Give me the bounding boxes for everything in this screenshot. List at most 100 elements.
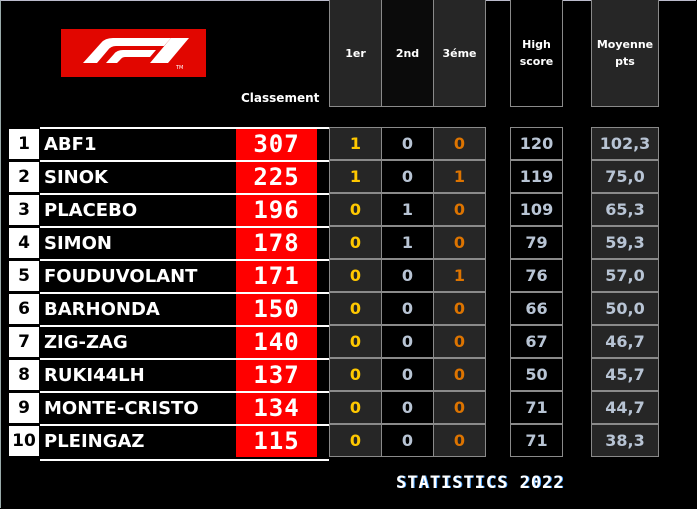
rank-badge: 6	[9, 294, 39, 324]
third-place-count: 0	[433, 325, 486, 358]
first-place-count: 0	[329, 226, 382, 259]
third-place-count: 0	[433, 292, 486, 325]
second-place-count: 0	[381, 391, 434, 424]
table-row: 9 MONTE-CRISTO 134 0 0 0 71 44,7	[0, 391, 697, 424]
average-points: 102,3	[591, 127, 659, 160]
header-high-score-line2: score	[519, 55, 554, 68]
player-name: SIMON	[44, 233, 112, 254]
high-score: 76	[510, 259, 563, 292]
total-points: 171	[236, 261, 317, 292]
second-place-count: 1	[381, 226, 434, 259]
total-points: 307	[236, 129, 317, 160]
second-place-count: 0	[381, 424, 434, 457]
average-points: 44,7	[591, 391, 659, 424]
player-name: SINOK	[44, 167, 108, 188]
average-points: 57,0	[591, 259, 659, 292]
f1-logo: TM	[61, 29, 206, 77]
high-score: 120	[510, 127, 563, 160]
first-place-count: 0	[329, 391, 382, 424]
rank-badge: 3	[9, 195, 39, 225]
high-score: 79	[510, 226, 563, 259]
first-place-count: 0	[329, 259, 382, 292]
player-name: RUKI44LH	[44, 365, 145, 386]
third-place-count: 0	[433, 226, 486, 259]
first-place-count: 0	[329, 358, 382, 391]
third-place-count: 1	[433, 160, 486, 193]
average-points: 46,7	[591, 325, 659, 358]
footer-title: STATISTICS 2022	[396, 473, 565, 493]
first-place-count: 0	[329, 325, 382, 358]
average-points: 75,0	[591, 160, 659, 193]
second-place-count: 0	[381, 259, 434, 292]
high-score: 66	[510, 292, 563, 325]
average-points: 45,7	[591, 358, 659, 391]
table-row: 1 ABF1 307 1 0 0 120 102,3	[0, 127, 697, 160]
first-place-count: 0	[329, 424, 382, 457]
header-third-place: 3éme	[433, 0, 486, 107]
third-place-count: 0	[433, 424, 486, 457]
rank-badge: 7	[9, 327, 39, 357]
table-row: 8 RUKI44LH 137 0 0 0 50 45,7	[0, 358, 697, 391]
first-place-count: 1	[329, 127, 382, 160]
player-name: PLEINGAZ	[44, 431, 145, 452]
total-points: 140	[236, 327, 317, 358]
second-place-count: 1	[381, 193, 434, 226]
total-points: 115	[236, 426, 317, 457]
f1-logo-icon: TM	[83, 38, 189, 71]
table-row: 5 FOUDUVOLANT 171 0 0 1 76 57,0	[0, 259, 697, 292]
table-row: 4 SIMON 178 0 1 0 79 59,3	[0, 226, 697, 259]
header-high-score: High score	[510, 0, 563, 107]
second-place-count: 0	[381, 127, 434, 160]
high-score: 71	[510, 424, 563, 457]
high-score: 50	[510, 358, 563, 391]
third-place-count: 0	[433, 391, 486, 424]
player-name: MONTE-CRISTO	[44, 398, 199, 419]
table-row: 2 SINOK 225 1 0 1 119 75,0	[0, 160, 697, 193]
table-row: 10 PLEINGAZ 115 0 0 0 71 38,3	[0, 424, 697, 457]
high-score: 71	[510, 391, 563, 424]
rank-badge: 2	[9, 162, 39, 192]
header-second-place: 2nd	[381, 0, 434, 107]
total-points: 134	[236, 393, 317, 424]
average-points: 65,3	[591, 193, 659, 226]
first-place-count: 0	[329, 193, 382, 226]
header-average-line1: Moyenne	[596, 38, 654, 51]
rank-badge: 5	[9, 261, 39, 291]
player-name: ABF1	[44, 134, 97, 155]
rank-badge: 1	[9, 129, 39, 159]
first-place-count: 1	[329, 160, 382, 193]
header-high-score-line1: High	[522, 38, 551, 51]
total-points: 150	[236, 294, 317, 325]
header-second-label: 2nd	[395, 46, 420, 60]
header-first-place: 1er	[329, 0, 382, 107]
header-third-label: 3éme	[442, 46, 477, 60]
second-place-count: 0	[381, 325, 434, 358]
header-average-points: Moyenne pts	[591, 0, 659, 107]
third-place-count: 0	[433, 358, 486, 391]
second-place-count: 0	[381, 358, 434, 391]
second-place-count: 0	[381, 292, 434, 325]
third-place-count: 0	[433, 193, 486, 226]
table-row: 7 ZIG-ZAG 140 0 0 0 67 46,7	[0, 325, 697, 358]
average-points: 38,3	[591, 424, 659, 457]
high-score: 67	[510, 325, 563, 358]
player-name: ZIG-ZAG	[44, 332, 128, 353]
rank-badge: 9	[9, 393, 39, 423]
third-place-count: 0	[433, 127, 486, 160]
player-name: BARHONDA	[44, 299, 160, 320]
total-points: 178	[236, 228, 317, 259]
total-points: 137	[236, 360, 317, 391]
player-name: PLACEBO	[44, 200, 138, 221]
rank-badge: 4	[9, 228, 39, 258]
table-bottom-divider	[40, 459, 329, 461]
rank-badge: 10	[9, 426, 39, 456]
high-score: 109	[510, 193, 563, 226]
second-place-count: 0	[381, 160, 434, 193]
table-row: 3 PLACEBO 196 0 1 0 109 65,3	[0, 193, 697, 226]
header-average-line2: pts	[615, 55, 635, 68]
ranking-header-label: Classement	[241, 91, 320, 105]
player-name: FOUDUVOLANT	[44, 266, 198, 287]
high-score: 119	[510, 160, 563, 193]
average-points: 50,0	[591, 292, 659, 325]
total-points: 225	[236, 162, 317, 193]
